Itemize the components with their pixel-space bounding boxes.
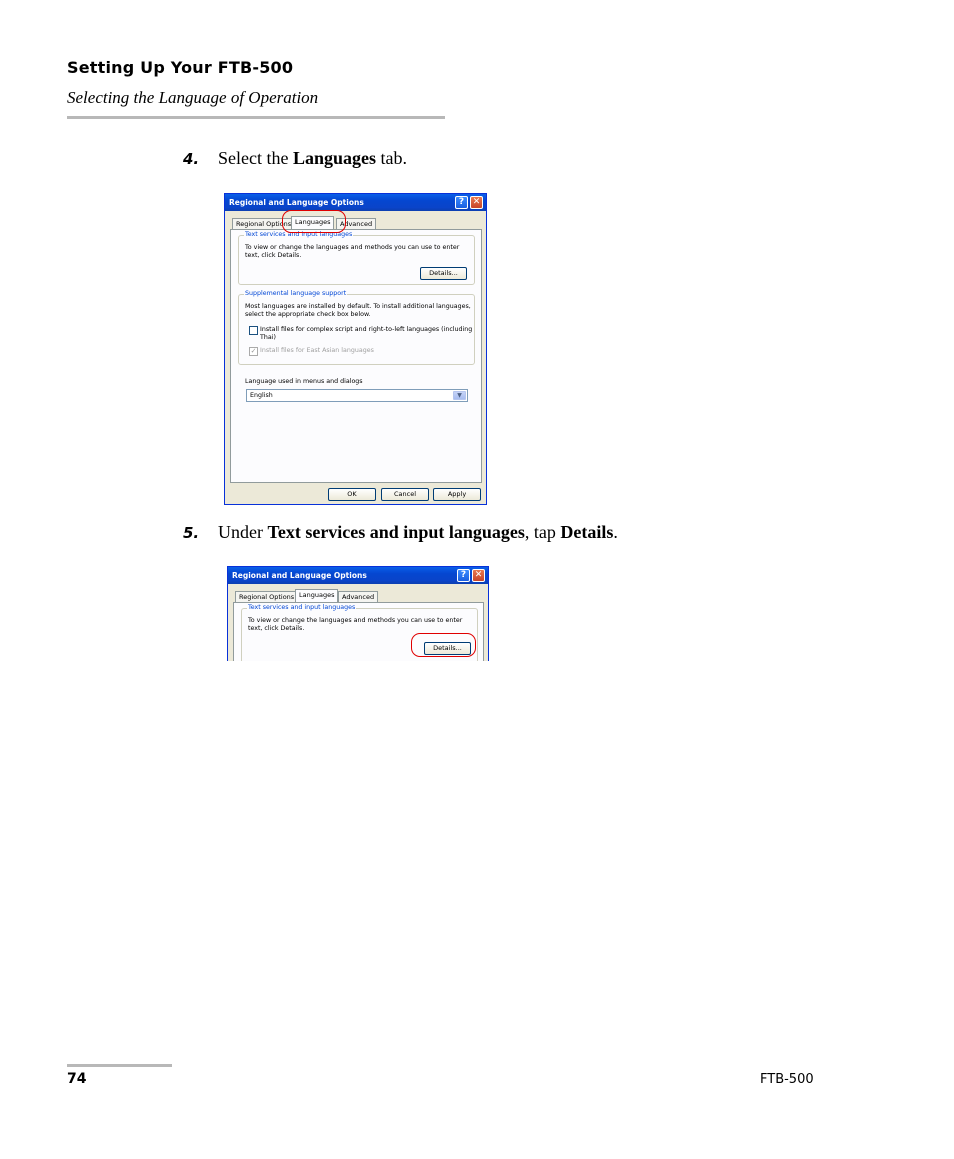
east-asian-checkbox[interactable]: ✓ [249,347,258,356]
step-4-emphasis: Languages [292,148,377,168]
text-services-description-2: text, click Details. [245,252,302,259]
step-5-text-mid: , tap [524,522,561,542]
tab-languages-2[interactable]: Languages [295,589,339,602]
dialog-title: Regional and Language Options [229,198,364,207]
apply-button[interactable]: Apply [433,488,481,501]
section-subtitle: Selecting the Language of Operation [67,88,319,107]
supplemental-legend: Supplemental language support [244,290,348,297]
east-asian-label: Install files for East Asian languages [260,347,374,354]
complex-script-checkbox[interactable] [249,326,258,335]
menus-language-select[interactable]: English ▼ [246,389,468,402]
supplemental-language-group: Supplemental language support Most langu… [238,290,475,365]
tab-regional-options-2[interactable]: Regional Options [235,591,299,602]
dialog-titlebar-2: Regional and Language Options ? ✕ [228,567,488,584]
details-button[interactable]: Details... [420,267,467,280]
section-title: Setting Up Your FTB-500 [67,58,294,77]
step-4-text: Select the [218,148,293,168]
text-services-description-b2: text, click Details. [248,625,305,632]
step-4-number: 4. [183,150,200,168]
text-services-description: To view or change the languages and meth… [245,244,460,251]
dialog-title-2: Regional and Language Options [232,571,367,580]
page-number: 74 [67,1071,87,1087]
highlight-details-button [411,633,476,657]
help-icon[interactable]: ? [455,196,468,209]
menus-language-value: English [250,392,273,399]
complex-script-label: Install files for complex script and rig… [260,326,473,333]
step-5-emphasis-2: Details [560,522,614,542]
step-4-text-end: tab. [376,148,408,168]
supplemental-description: Most languages are installed by default.… [245,303,471,310]
step-5-number: 5. [183,524,200,542]
step-5-emphasis: Text services and input languages [267,522,525,542]
step-5-text: Under [218,522,268,542]
step-5: 5. Under Text services and input language… [183,522,618,543]
tab-advanced-2[interactable]: Advanced [338,591,379,602]
close-icon[interactable]: ✕ [470,196,483,209]
header-divider [67,116,445,119]
ok-button[interactable]: OK [328,488,376,501]
product-name: FTB-500 [760,1072,814,1087]
tab-languages[interactable]: Languages [291,216,335,229]
text-services-group: Text services and input languages To vie… [238,231,475,285]
step-4: 4. Select the Languages tab. [183,148,407,169]
footer-divider [67,1064,172,1067]
dialog-titlebar: Regional and Language Options ? ✕ [225,194,486,211]
complex-script-label-2: Thai) [260,334,276,341]
regional-options-dialog-full: Regional and Language Options ? ✕ Region… [224,193,487,505]
text-services-legend-2: Text services and input languages [247,604,357,611]
close-icon-2[interactable]: ✕ [472,569,485,582]
menus-language-label: Language used in menus and dialogs [245,378,363,385]
supplemental-description-2: select the appropriate check box below. [245,311,371,318]
chevron-down-icon[interactable]: ▼ [453,391,466,400]
step-5-text-end: . [613,522,618,542]
cancel-button[interactable]: Cancel [381,488,429,501]
text-services-description-b: To view or change the languages and meth… [248,617,463,624]
help-icon-2[interactable]: ? [457,569,470,582]
languages-tab-panel: Text services and input languages To vie… [230,229,482,483]
